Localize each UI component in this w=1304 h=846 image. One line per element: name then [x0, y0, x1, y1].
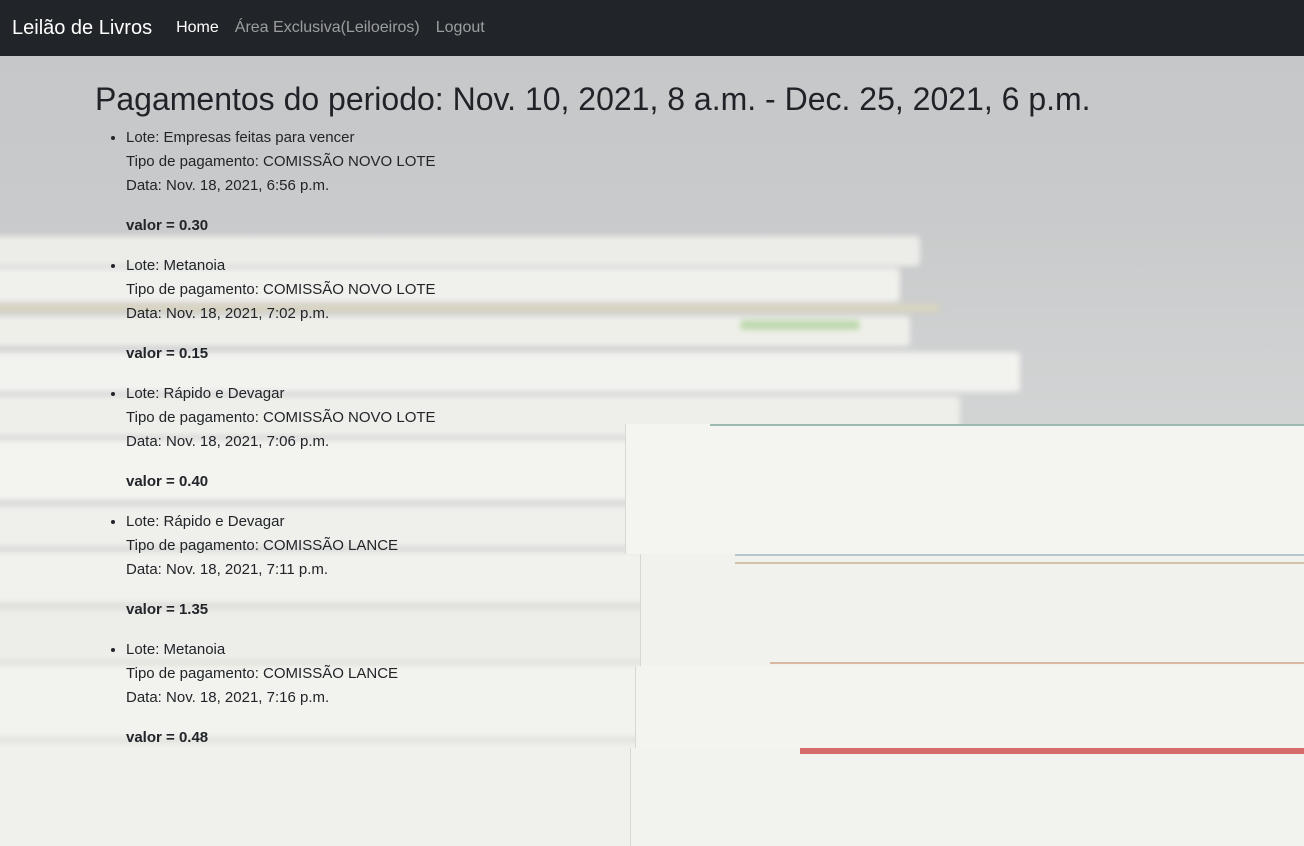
brand-link[interactable]: Leilão de Livros	[12, 17, 152, 40]
lote-label: Lote: Rápido e Devagar	[126, 385, 285, 403]
payment-type-label: Tipo de pagamento: COMISSÃO NOVO LOTE	[126, 409, 436, 427]
list-item: Lote: Rápido e Devagar Tipo de pagamento…	[126, 382, 1245, 494]
payment-value: valor = 0.15	[126, 345, 209, 363]
payment-type-label: Tipo de pagamento: COMISSÃO NOVO LOTE	[126, 281, 436, 299]
list-item: Lote: Metanoia Tipo de pagamento: COMISS…	[126, 638, 1245, 750]
page-title: Pagamentos do periodo: Nov. 10, 2021, 8 …	[95, 81, 1091, 117]
payment-type-label: Tipo de pagamento: COMISSÃO NOVO LOTE	[126, 153, 436, 171]
payment-date-label: Data: Nov. 18, 2021, 7:16 p.m.	[126, 689, 330, 707]
payments-list: Lote: Empresas feitas para vencer Tipo d…	[95, 126, 1245, 750]
payment-date-label: Data: Nov. 18, 2021, 7:02 p.m.	[126, 305, 330, 323]
nav-link-logout[interactable]: Logout	[436, 19, 485, 37]
payment-type-label: Tipo de pagamento: COMISSÃO LANCE	[126, 665, 399, 683]
payment-value: valor = 0.40	[126, 473, 209, 491]
payment-value: valor = 0.48	[126, 729, 209, 747]
payment-date-label: Data: Nov. 18, 2021, 6:56 p.m.	[126, 177, 330, 195]
lote-label: Lote: Metanoia	[126, 257, 226, 275]
payment-date-label: Data: Nov. 18, 2021, 7:06 p.m.	[126, 433, 330, 451]
main-content: Pagamentos do periodo: Nov. 10, 2021, 8 …	[95, 80, 1245, 766]
lote-label: Lote: Metanoia	[126, 641, 226, 659]
list-item: Lote: Rápido e Devagar Tipo de pagamento…	[126, 510, 1245, 622]
payment-value: valor = 0.30	[126, 217, 209, 235]
list-item: Lote: Metanoia Tipo de pagamento: COMISS…	[126, 254, 1245, 366]
lote-label: Lote: Empresas feitas para vencer	[126, 129, 355, 147]
list-item: Lote: Empresas feitas para vencer Tipo d…	[126, 126, 1245, 238]
nav-link-home[interactable]: Home	[176, 19, 219, 37]
payment-type-label: Tipo de pagamento: COMISSÃO LANCE	[126, 537, 399, 555]
top-navbar: Leilão de Livros Home Área Exclusiva(Lei…	[0, 0, 1304, 56]
payment-date-label: Data: Nov. 18, 2021, 7:11 p.m.	[126, 561, 329, 579]
nav-link-area-exclusiva[interactable]: Área Exclusiva(Leiloeiros)	[235, 19, 420, 37]
lote-label: Lote: Rápido e Devagar	[126, 513, 285, 531]
payment-value: valor = 1.35	[126, 601, 209, 619]
